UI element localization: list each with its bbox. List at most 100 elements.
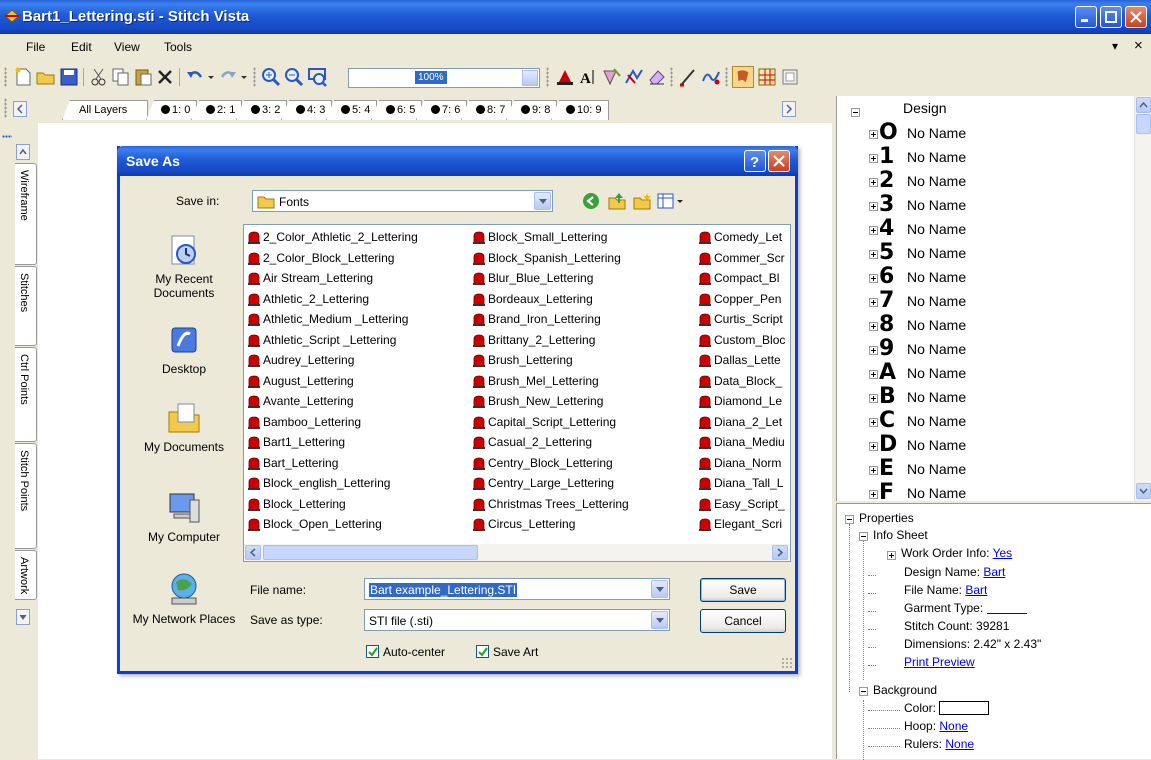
copy-icon[interactable] — [110, 66, 132, 88]
design-node[interactable]: 4 No Name — [837, 217, 1127, 242]
file-item[interactable]: Capital_Script_Lettering — [471, 413, 697, 434]
file-item[interactable]: Elegant_Scri — [697, 515, 790, 536]
expand-icon[interactable] — [869, 490, 878, 499]
file-item[interactable]: Comedy_Let — [697, 228, 790, 249]
collapse-icon[interactable] — [845, 515, 854, 524]
file-name-link[interactable]: Bart — [965, 583, 987, 597]
expand-icon[interactable] — [869, 394, 878, 403]
file-item[interactable]: Diana_Norm — [697, 454, 790, 475]
expand-icon[interactable] — [887, 551, 896, 560]
file-item[interactable]: Athletic_Medium _Lettering — [246, 310, 472, 331]
design-tree-scrollbar[interactable] — [1134, 96, 1151, 501]
file-item[interactable]: Brush_New_Lettering — [471, 392, 697, 413]
file-item[interactable]: Centry_Large_Lettering — [471, 474, 697, 495]
delete-icon[interactable] — [154, 66, 176, 88]
file-item[interactable]: Copper_Pen — [697, 290, 790, 311]
file-list-horizontal-scrollbar[interactable] — [244, 544, 790, 561]
file-item[interactable]: Blur_Blue_Lettering — [471, 269, 697, 290]
sequence-icon[interactable] — [700, 66, 722, 88]
save-in-select[interactable]: Fonts — [252, 190, 553, 212]
new-file-icon[interactable] — [12, 66, 34, 88]
rulers-link[interactable]: None — [945, 737, 974, 751]
toolbar-grip[interactable] — [546, 67, 549, 87]
satin-tool-icon[interactable] — [600, 66, 622, 88]
redo-icon[interactable] — [217, 66, 239, 88]
cut-icon[interactable] — [88, 66, 110, 88]
layer-scroll-left-button[interactable] — [13, 101, 27, 117]
scroll-thumb[interactable] — [263, 545, 478, 560]
tab-artwork[interactable]: Artwork — [15, 550, 37, 600]
file-item[interactable]: 2_Color_Athletic_2_Lettering — [246, 228, 472, 249]
file-item[interactable]: Diana_2_Let — [697, 413, 790, 434]
design-root-label[interactable]: Design — [903, 100, 947, 116]
file-item[interactable]: 2_Color_Block_Lettering — [246, 249, 472, 270]
work-order-link[interactable]: Yes — [993, 546, 1013, 560]
file-item[interactable]: Air Stream_Lettering — [246, 269, 472, 290]
design-name-link[interactable]: Bart — [983, 565, 1005, 579]
menu-edit[interactable]: Edit — [71, 40, 92, 54]
resize-grip[interactable] — [781, 657, 793, 669]
tab-stitch-points[interactable]: Stitch Points — [15, 443, 37, 549]
expand-icon[interactable] — [869, 202, 878, 211]
file-item[interactable]: Bart1_Lettering — [246, 433, 472, 454]
expand-icon[interactable] — [869, 178, 878, 187]
toolbar-grip[interactable] — [725, 67, 728, 87]
chevron-down-icon[interactable] — [651, 611, 668, 629]
tab-stitches[interactable]: Stitches — [15, 266, 37, 346]
layer-scroll-right-button[interactable] — [782, 101, 796, 117]
expand-icon[interactable] — [869, 298, 878, 307]
file-name-input[interactable]: Bart example_Lettering.STI — [364, 578, 670, 600]
file-item[interactable]: Custom_Bloc — [697, 331, 790, 352]
expand-icon[interactable] — [869, 274, 878, 283]
file-item[interactable]: Easy_Script_ — [697, 495, 790, 516]
tabs-scroll-up-button[interactable] — [16, 144, 30, 160]
toolbar-grip[interactable] — [4, 98, 7, 118]
design-node[interactable]: O No Name — [837, 121, 1127, 146]
toolbar-grip[interactable] — [253, 67, 256, 87]
expand-icon[interactable] — [869, 442, 878, 451]
close-button[interactable] — [1125, 6, 1147, 28]
file-item[interactable]: Diamond_Le — [697, 392, 790, 413]
toolbar-grip[interactable] — [2, 135, 12, 138]
file-item[interactable]: Brush_Mel_Lettering — [471, 372, 697, 393]
file-item[interactable]: Diana_Tall_L — [697, 474, 790, 495]
up-folder-icon[interactable] — [607, 191, 627, 211]
tab-layer-5[interactable]: 5: 4 — [326, 100, 377, 120]
zoom-out-icon[interactable] — [283, 66, 305, 88]
expand-icon[interactable] — [869, 370, 878, 379]
open-folder-icon[interactable] — [35, 66, 57, 88]
save-type-select[interactable]: STI file (.sti) — [364, 609, 670, 631]
scroll-up-button[interactable] — [1136, 97, 1151, 113]
tab-layer-3[interactable]: 3: 2 — [236, 100, 287, 120]
toolbar-grip[interactable] — [670, 67, 673, 87]
file-item[interactable]: Data_Block_ — [697, 372, 790, 393]
save-button[interactable]: Save — [700, 578, 786, 602]
file-item[interactable]: Commer_Scr — [697, 249, 790, 270]
fill-stitch-icon[interactable] — [554, 66, 576, 88]
expand-icon[interactable] — [869, 346, 878, 355]
expand-icon[interactable] — [869, 418, 878, 427]
file-item[interactable]: Dallas_Lette — [697, 351, 790, 372]
place-desktop[interactable]: Desktop — [128, 320, 240, 376]
print-preview-link[interactable]: Print Preview — [904, 655, 975, 669]
file-item[interactable]: Brand_Iron_Lettering — [471, 310, 697, 331]
hoop-link[interactable]: None — [939, 719, 968, 733]
file-item[interactable]: Athletic_2_Lettering — [246, 290, 472, 311]
collapse-icon[interactable] — [851, 108, 860, 117]
minimize-button[interactable] — [1075, 6, 1097, 28]
text-tool-icon[interactable]: A — [577, 66, 599, 88]
zoom-fit-icon[interactable] — [306, 66, 328, 88]
scroll-left-button[interactable] — [245, 545, 261, 560]
grid-view-icon[interactable] — [756, 66, 778, 88]
design-node[interactable]: 5 No Name — [837, 241, 1127, 266]
file-item[interactable]: Brush_Lettering — [471, 351, 697, 372]
expand-icon[interactable] — [869, 154, 878, 163]
file-item[interactable]: Bordeaux_Lettering — [471, 290, 697, 311]
scroll-thumb[interactable] — [1136, 114, 1151, 134]
expand-icon[interactable] — [869, 226, 878, 235]
toolbar-grip[interactable] — [4, 67, 7, 87]
design-node[interactable]: E No Name — [837, 457, 1127, 482]
file-list[interactable]: 2_Color_Athletic_2_Lettering 2_Color_Bloc… — [243, 224, 791, 562]
file-item[interactable]: Athletic_Script _Lettering — [246, 331, 472, 352]
menu-file[interactable]: File — [26, 40, 45, 54]
